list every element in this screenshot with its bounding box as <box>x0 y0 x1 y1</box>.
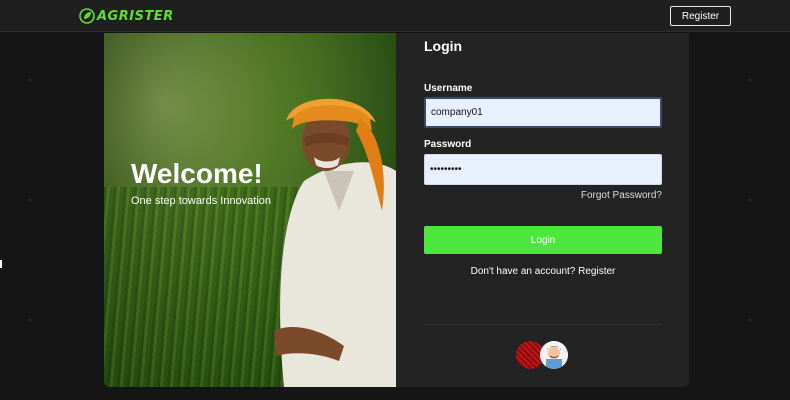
forgot-password-link[interactable]: Forgot Password? <box>581 190 662 201</box>
password-label: Password <box>424 139 472 150</box>
farmer-avatar-icon[interactable] <box>540 341 568 369</box>
brand-logo[interactable]: AGRISTER <box>79 7 174 25</box>
hero-image: Welcome! One step towards Innovation <box>104 33 396 387</box>
signup-text: Don't have an account? <box>470 266 576 277</box>
form-divider <box>424 324 662 325</box>
logo-text: AGRISTER <box>97 8 174 24</box>
signup-prompt: Don't have an account? Register <box>424 266 662 277</box>
scroll-marker <box>0 260 2 268</box>
signup-register-link[interactable]: Register <box>578 266 615 277</box>
login-form: Login Username Password Forgot Password?… <box>424 33 662 387</box>
register-button[interactable]: Register <box>670 6 731 26</box>
farmer-face-icon <box>540 341 568 369</box>
welcome-title: Welcome! <box>131 158 263 189</box>
username-input[interactable] <box>424 97 662 128</box>
top-navbar: AGRISTER Register <box>0 0 790 32</box>
leaf-logo-icon <box>79 8 95 24</box>
password-input[interactable] <box>424 154 662 185</box>
social-avatars <box>516 341 576 371</box>
form-title: Login <box>424 38 463 54</box>
username-label: Username <box>424 83 473 94</box>
login-button[interactable]: Login <box>424 226 662 254</box>
farmer-illustration <box>274 98 396 387</box>
welcome-subtitle: One step towards Innovation <box>131 195 272 207</box>
login-card: Welcome! One step towards Innovation Log… <box>104 33 689 387</box>
